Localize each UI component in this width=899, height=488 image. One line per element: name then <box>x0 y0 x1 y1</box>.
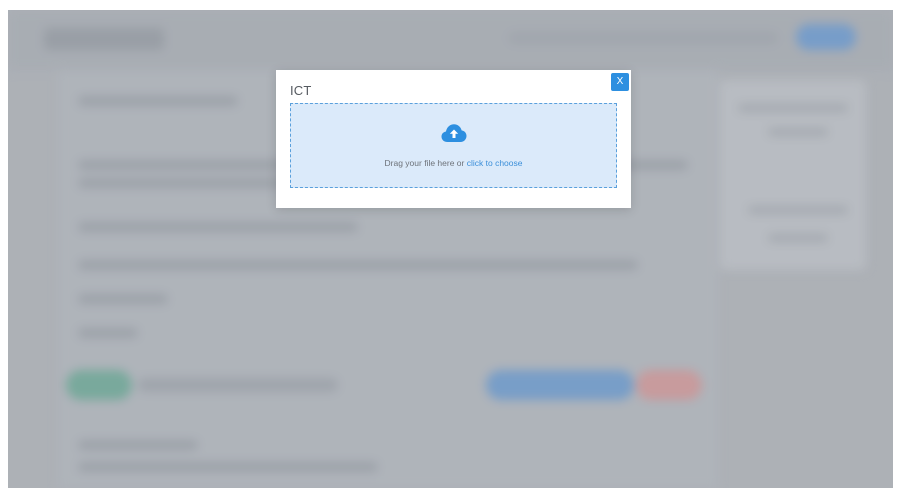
cloud-upload-icon <box>441 124 467 142</box>
dropzone-prompt: Drag your file here or <box>384 158 465 168</box>
click-to-choose-link[interactable]: click to choose <box>467 158 523 168</box>
dropzone-instructions: Drag your file here or click to choose <box>291 158 616 168</box>
upload-modal: ICT X Drag your file here or click to ch… <box>276 70 631 208</box>
modal-title: ICT <box>290 83 312 98</box>
file-dropzone[interactable]: Drag your file here or click to choose <box>290 103 617 188</box>
close-button[interactable]: X <box>611 73 629 91</box>
